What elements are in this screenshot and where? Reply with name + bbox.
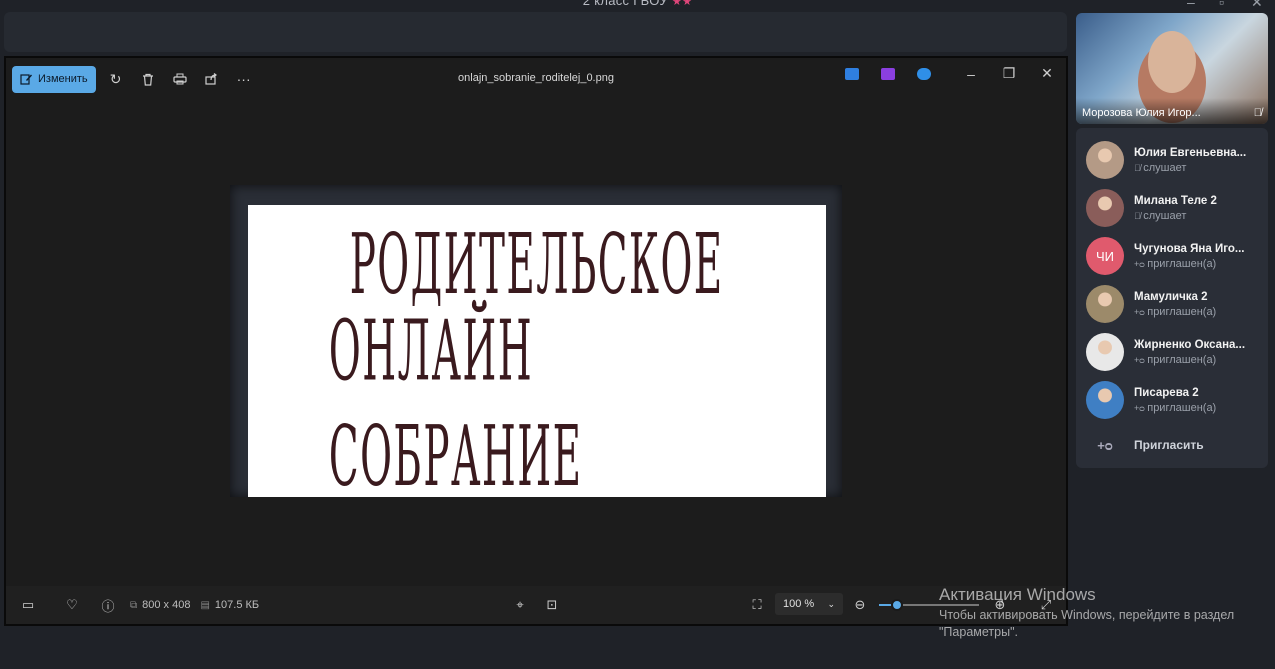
displayed-image: Родительское онлайн собрание [248,205,826,505]
participant-info: Чугунова Яна Иго... +ᴑ приглашен(а) [1134,243,1244,270]
invited-icon: +ᴑ [1134,258,1148,269]
participant-status-text: слушает [1143,209,1187,222]
mic-off-icon: 🎙̸ [1253,107,1262,119]
speaker-name: Морозова Юлия Игор... [1082,107,1201,119]
invited-icon: +ᴑ [1134,306,1148,317]
windows-activation-watermark: Активация Windows Чтобы активировать Win… [939,585,1239,641]
participant-row[interactable]: ЧИ Чугунова Яна Иго... +ᴑ приглашен(а) [1076,232,1268,280]
viewer-window-controls: – ❐ ✕ [834,65,1066,82]
viewer-restore-icon[interactable]: ❐ [990,65,1028,82]
participant-status: +ᴑ приглашен(а) [1134,258,1244,270]
participant-row[interactable]: Милана Теле 2 🎙̸ слушает [1076,184,1268,232]
file-size: 107.5 КБ [214,599,260,611]
participant-row[interactable]: Юлия Евгеньевна... 🎙̸ слушает [1076,136,1268,184]
file-size-icon: ▤ [200,599,210,611]
close-icon[interactable]: ✕ [1251,0,1263,11]
delete-icon[interactable] [132,65,164,93]
file-name: onlajn_sobranie_roditelej_0.png [458,72,614,84]
invite-button[interactable]: +ᴑ Пригласить [1076,430,1268,460]
participant-status: +ᴑ приглашен(а) [1134,306,1216,318]
participant-name: Жирненко Оксана... [1134,338,1246,351]
participant-status-text: приглашен(а) [1147,401,1217,414]
zoom-out-icon[interactable]: ⊖ [844,597,876,613]
participant-status: +ᴑ приглашен(а) [1134,402,1216,414]
participant-name: Писарева 2 [1134,386,1199,399]
activation-title: Активация Windows [939,585,1096,604]
participant-info: Милана Теле 2 🎙̸ слушает [1134,195,1217,222]
viewer-close-icon[interactable]: ✕ [1028,65,1066,82]
participant-info: Юлия Евгеньевна... 🎙̸ слушает [1134,147,1246,174]
participant-info: Жирненко Оксана... +ᴑ приглашен(а) [1134,339,1245,366]
share-icon[interactable] [196,65,228,93]
print-icon[interactable] [164,65,196,93]
participant-name: Мамуличка 2 [1134,290,1208,303]
participant-info: Мамуличка 2 +ᴑ приглашен(а) [1134,291,1216,318]
participant-status: +ᴑ приглашен(а) [1134,354,1245,366]
participant-status: 🎙̸ слушает [1134,210,1217,222]
viewer-status-bar: ▭ ♡ ⓘ ⧉ 800 x 408 ▤ 107.5 КБ ⌖ ⊡ ⛶ 100 %… [6,586,1066,624]
clipchamp-icon[interactable] [881,67,895,80]
favorite-icon[interactable]: ♡ [56,597,88,613]
zoom-value: 100 % [783,598,815,610]
dimensions-icon: ⧉ [130,599,138,611]
participants-panel: +ᴑ Пригласить Юлия Евгеньевна... 🎙̸ слуша… [1076,128,1268,468]
participant-avatar [1086,381,1124,419]
participant-status-text: приглашен(а) [1147,257,1217,270]
mic-off-icon: 🎙̸ [1134,162,1144,173]
edit-app-icon[interactable] [845,67,859,80]
chevron-down-icon: ⌄ [827,598,835,609]
invited-icon: +ᴑ [1134,354,1148,365]
participant-avatar [1086,333,1124,371]
onedrive-icon[interactable] [917,67,931,80]
rotate-icon[interactable]: ↻ [100,65,132,93]
viewer-minimize-icon[interactable]: – [952,66,990,82]
participant-row[interactable]: Мамуличка 2 +ᴑ приглашен(а) [1076,280,1268,328]
scan-icon[interactable]: ⊡ [536,597,568,613]
participant-status-text: слушает [1143,161,1187,174]
minimize-icon[interactable]: – [1187,0,1195,10]
speaker-video[interactable]: Морозова Юлия Игор... 🎙̸ [1076,13,1268,124]
add-user-icon: +ᴑ [1097,437,1113,453]
maximize-icon[interactable]: ▫ [1219,0,1224,10]
stars-icon: ★★ [671,0,693,8]
image-text-line-2: онлайн собрание [328,302,583,505]
participant-row[interactable]: Жирненко Оксана... +ᴑ приглашен(а) [1076,328,1268,376]
viewer-toolbar: Изменить ↻ ··· onlajn_sobranie_roditelej… [6,58,1066,100]
shared-screen-header [4,12,1067,52]
zoom-slider-thumb[interactable] [891,599,903,611]
participant-info: Писарева 2 +ᴑ приглашен(а) [1134,387,1216,414]
participant-name: Юлия Евгеньевна... [1134,146,1247,159]
photo-viewer-window: Изменить ↻ ··· onlajn_sobranie_roditelej… [4,56,1068,626]
participant-avatar [1086,189,1124,227]
participant-status-text: приглашен(а) [1147,353,1217,366]
speaker-avatar [1148,31,1196,93]
zoom-select[interactable]: 100 % ⌄ [775,593,843,615]
participant-avatar [1086,285,1124,323]
participant-avatar [1086,141,1124,179]
participant-avatar: ЧИ [1086,237,1124,275]
filmstrip-icon[interactable]: ▭ [12,597,44,613]
call-title-text: 2 класс ГБОУ [582,0,668,8]
invited-icon: +ᴑ [1134,402,1148,413]
edit-label: Изменить [38,73,88,85]
info-icon[interactable]: ⓘ [92,596,124,615]
edit-button[interactable]: Изменить [12,65,96,93]
invite-label: Пригласить [1134,438,1204,452]
call-title: 2 класс ГБОУ ★★ [0,0,1275,8]
participant-name: Чугунова Яна Иго... [1134,242,1245,255]
activation-text: Чтобы активировать Windows, перейдите в … [939,608,1235,639]
participant-name: Милана Теле 2 [1134,194,1217,207]
speaker-name-bar: Морозова Юлия Игор... 🎙̸ [1076,98,1268,124]
image-canvas: Родительское онлайн собрание [230,185,842,505]
more-icon[interactable]: ··· [228,65,260,93]
image-dimensions: 800 x 408 [142,599,191,611]
participant-status-text: приглашен(а) [1147,305,1217,318]
edit-icon [20,74,32,85]
participant-row[interactable]: Писарева 2 +ᴑ приглашен(а) [1076,376,1268,424]
fit-icon[interactable]: ⛶ [741,597,773,613]
focus-icon[interactable]: ⌖ [504,597,536,613]
participant-status: 🎙̸ слушает [1134,162,1246,174]
mic-off-icon: 🎙̸ [1134,210,1144,221]
